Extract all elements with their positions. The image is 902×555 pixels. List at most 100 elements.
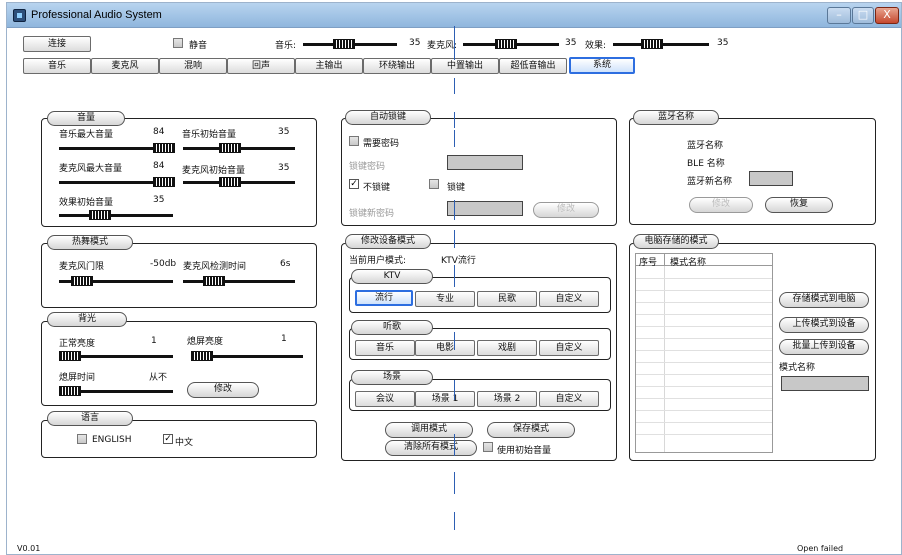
mic-gate-label: 麦克风门限 — [59, 262, 105, 272]
effect-init-volume-value: 35 — [153, 195, 165, 205]
mode-name-input[interactable] — [781, 376, 869, 391]
music-init-volume-thumb[interactable] — [219, 143, 241, 153]
tab-mic[interactable]: 麦克风 — [91, 58, 159, 74]
ktv-pop-button[interactable]: 流行 — [355, 290, 413, 306]
tab-echo[interactable]: 回声 — [227, 58, 295, 74]
tab-subwoofer-output[interactable]: 超低音输出 — [499, 58, 567, 74]
no-lock-checkbox[interactable]: ✓ — [349, 179, 359, 189]
lock-password-input[interactable] — [447, 155, 523, 170]
use-init-volume-label: 使用初始音量 — [497, 446, 552, 456]
scene-2-button[interactable]: 场景 2 — [477, 391, 537, 407]
music-level-thumb[interactable] — [333, 39, 355, 49]
backlight-modify-button[interactable]: 修改 — [187, 382, 259, 398]
listen-drama-button[interactable]: 戏剧 — [477, 340, 537, 356]
need-password-checkbox[interactable] — [349, 136, 359, 146]
mic-detect-time-thumb[interactable] — [203, 276, 225, 286]
effect-level-thumb[interactable] — [641, 39, 663, 49]
listen-custom-button[interactable]: 自定义 — [539, 340, 599, 356]
close-button[interactable]: X — [875, 7, 899, 24]
scene-custom-button[interactable]: 自定义 — [539, 391, 599, 407]
clear-all-modes-button[interactable]: 清除所有模式 — [385, 440, 477, 456]
mic-init-volume-label: 麦克风初始音量 — [182, 166, 246, 176]
maximize-button[interactable]: □ — [852, 7, 874, 24]
tab-reverb[interactable]: 混响 — [159, 58, 227, 74]
autolock-title: 自动锁键 — [345, 110, 431, 125]
tab-music[interactable]: 音乐 — [23, 58, 91, 74]
chinese-label: 中文 — [175, 438, 194, 448]
mic-gate-thumb[interactable] — [71, 276, 93, 286]
col-divider — [664, 254, 665, 266]
lock-label: 锁键 — [447, 183, 466, 193]
mic-max-volume-value: 84 — [153, 161, 165, 171]
mic-gate-value: -50db — [150, 259, 177, 269]
device-mode-title: 修改设备模式 — [345, 234, 431, 249]
english-label: ENGLISH — [92, 435, 132, 445]
normal-brightness-label: 正常亮度 — [59, 339, 96, 349]
mute-checkbox[interactable] — [173, 38, 183, 48]
ktv-title: KTV — [351, 269, 433, 284]
apply-mode-button[interactable]: 调用模式 — [385, 422, 473, 438]
effect-init-volume-thumb[interactable] — [89, 210, 111, 220]
store-to-pc-button[interactable]: 存储模式到电脑 — [779, 292, 869, 308]
bluetooth-restore-button[interactable]: 恢复 — [765, 197, 833, 213]
table-row — [636, 338, 772, 339]
english-checkbox[interactable] — [77, 434, 87, 444]
table-row — [636, 422, 772, 423]
guide-line — [454, 78, 455, 94]
window-title: Professional Audio System — [31, 9, 162, 21]
off-brightness-thumb[interactable] — [191, 351, 213, 361]
bluetooth-new-name-input[interactable] — [749, 171, 793, 186]
mic-init-volume-thumb[interactable] — [219, 177, 241, 187]
chinese-checkbox[interactable]: ✓ — [163, 434, 173, 444]
minimize-button[interactable]: – — [827, 7, 851, 24]
ktv-folk-button[interactable]: 民歌 — [477, 291, 537, 307]
ktv-pro-button[interactable]: 专业 — [415, 291, 475, 307]
music-level-label: 音乐: — [275, 41, 297, 51]
tab-surround-output[interactable]: 环绕输出 — [363, 58, 431, 74]
guide-line — [454, 26, 455, 60]
batch-upload-button[interactable]: 批量上传到设备 — [779, 339, 869, 355]
title-bar[interactable]: Professional Audio System – □ X — [7, 3, 901, 28]
mic-level-value: 35 — [565, 38, 577, 48]
off-time-label: 熄屏时间 — [59, 373, 96, 383]
ktv-custom-button[interactable]: 自定义 — [539, 291, 599, 307]
bluetooth-modify-button[interactable]: 修改 — [689, 197, 753, 213]
lock-checkbox[interactable] — [429, 179, 439, 189]
normal-brightness-thumb[interactable] — [59, 351, 81, 361]
effect-init-volume-label: 效果初始音量 — [59, 198, 114, 208]
use-init-volume-checkbox[interactable] — [483, 442, 493, 452]
scene-title: 场景 — [351, 370, 433, 385]
effect-init-volume-slider[interactable] — [59, 214, 173, 217]
guide-line — [454, 112, 455, 128]
need-password-label: 需要密码 — [363, 139, 400, 149]
guide-line — [454, 130, 455, 147]
new-password-input[interactable] — [447, 201, 523, 216]
tab-system[interactable]: 系统 — [569, 57, 635, 74]
listen-movie-button[interactable]: 电影 — [415, 340, 475, 356]
mic-detect-time-slider[interactable] — [183, 280, 295, 283]
listen-music-button[interactable]: 音乐 — [355, 340, 415, 356]
autolock-modify-button[interactable]: 修改 — [533, 202, 599, 218]
mic-max-volume-thumb[interactable] — [153, 177, 175, 187]
col-index-header: 序号 — [639, 258, 658, 268]
save-mode-button[interactable]: 保存模式 — [487, 422, 575, 438]
music-max-volume-thumb[interactable] — [153, 143, 175, 153]
scene-1-button[interactable]: 场景 1 — [415, 391, 475, 407]
pc-modes-table[interactable]: 序号 模式名称 — [635, 253, 773, 453]
pc-modes-table-header: 序号 模式名称 — [636, 254, 772, 268]
tab-center-output[interactable]: 中置输出 — [431, 58, 499, 74]
table-row — [636, 302, 772, 303]
table-row — [636, 278, 772, 279]
mic-level-thumb[interactable] — [495, 39, 517, 49]
mic-detect-time-label: 麦克风检测时间 — [183, 262, 247, 272]
upload-to-device-button[interactable]: 上传模式到设备 — [779, 317, 869, 333]
table-row — [636, 290, 772, 291]
connect-button[interactable]: 连接 — [23, 36, 91, 52]
table-row — [636, 398, 772, 399]
off-time-thumb[interactable] — [59, 386, 81, 396]
music-init-volume-label: 音乐初始音量 — [182, 130, 237, 140]
scene-meeting-button[interactable]: 会议 — [355, 391, 415, 407]
tab-main-output[interactable]: 主输出 — [295, 58, 363, 74]
off-brightness-value: 1 — [281, 334, 287, 344]
table-row — [636, 386, 772, 387]
